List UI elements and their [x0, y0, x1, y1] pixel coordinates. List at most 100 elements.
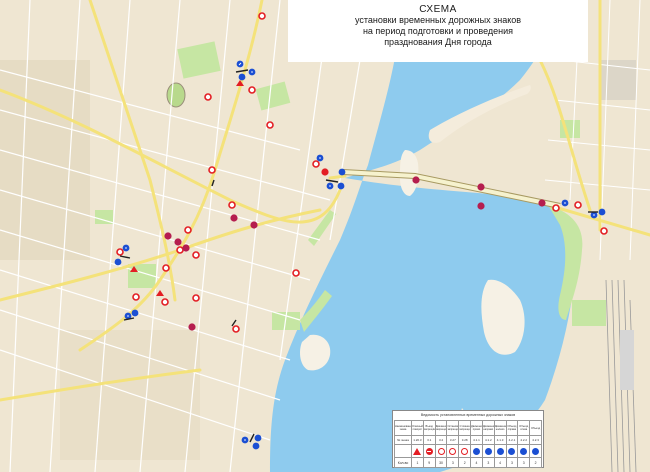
legend-header-row: Наименование знака Опасный поворот Въезд…: [394, 420, 542, 436]
prohibition-sign-icon: [184, 226, 192, 234]
city-map[interactable]: [0, 0, 650, 472]
no-entry-sign-icon: [321, 168, 329, 176]
map-subtitle-line-3: празднования Дня города: [384, 37, 492, 47]
direction-arrow-icon: [337, 182, 345, 190]
direction-arrow-icon: [254, 434, 262, 442]
prohibition-sign-icon: [228, 201, 236, 209]
direction-arrow-icon: [338, 168, 346, 176]
rail-station: [620, 330, 634, 390]
legend-code-cell: 4.1.3: [493, 435, 507, 445]
direction-arrow-icon: [238, 73, 246, 81]
legend-code-cell: 3.2: [434, 435, 448, 445]
prohibition-sign-icon: [161, 298, 169, 306]
detour-icon: [532, 447, 540, 455]
legend-header-cell: Стоянка запрещена: [458, 420, 472, 436]
legend-sign-cell: [458, 444, 472, 458]
legend-sign-cell: [517, 444, 531, 458]
no-entry-sign-icon: [477, 183, 485, 191]
left-arrow-icon: [496, 447, 504, 455]
no-entry-sign-icon: [538, 199, 546, 207]
legend-header-cell: Объезд: [529, 420, 542, 436]
legend-code-cell: 3.27: [446, 435, 460, 445]
legend-code-cell: 4.1.1: [470, 435, 483, 445]
prohibition-sign-icon: [312, 160, 320, 168]
legend-qty-cell: 9: [422, 457, 436, 468]
legend-header-cell: Объезд справа: [505, 420, 519, 436]
map-subtitle-line-2: на период подготовки и проведения: [362, 26, 514, 36]
legend-qty-cell: 3: [505, 457, 519, 468]
legend-sign-cell: [505, 444, 519, 458]
map-title-box: СХЕМА установки временных дорожных знако…: [288, 0, 588, 62]
legend-qty-cell: 2: [458, 457, 472, 468]
legend-code-cell: 4.2.2: [517, 435, 531, 445]
prohibition-sign-icon: [258, 12, 266, 20]
legend-qty-cell: 4: [493, 457, 507, 468]
legend-qty-cell: 4: [470, 457, 483, 468]
map-subtitle-line-1: установки временных дорожных знаков: [354, 15, 522, 25]
direction-arrow-icon: [252, 442, 260, 450]
legend-code-cell: 3.1: [422, 435, 436, 445]
legend-header-cell: Наименование знака: [394, 420, 412, 436]
legend-sign-cell: [434, 444, 448, 458]
legend-code-cell: 1.20.3: [411, 435, 424, 445]
no-entry-sign-icon: [250, 221, 258, 229]
legend-header-cell: Объезд слева: [517, 420, 531, 436]
legend-qty-cell: 3: [446, 457, 460, 468]
legend-sign-cell: [470, 444, 483, 458]
prohibition-sign-icon: [248, 86, 256, 94]
legend-qty-cell: 2: [529, 457, 542, 468]
legend-code-cell: 3.28: [458, 435, 472, 445]
legend-title: Ведомость установленных временных дорожн…: [420, 413, 516, 417]
legend-header-cell: Движение прямо: [470, 420, 483, 436]
legend-qty-cell: 30: [434, 457, 448, 468]
legend-header-cell: Движение запрещено: [434, 420, 448, 436]
prohibition-sign-icon: [192, 294, 200, 302]
no-parking-sign-icon: [461, 447, 469, 455]
prohibition-sign-icon: [132, 293, 140, 301]
legend-code-row: № знака 1.20.3 3.1 3.2 3.27 3.28 4.1.1 4…: [394, 435, 542, 445]
legend-qty-cell: 1: [411, 457, 424, 468]
legend-code-cell: № знака: [394, 435, 412, 445]
legend-sign-cell: [411, 444, 424, 458]
legend-sign-cell: [493, 444, 507, 458]
no-entry-sign-icon: [425, 447, 433, 455]
right-arrow-icon: [484, 447, 492, 455]
legend-sign-cell: [422, 444, 436, 458]
keep-left-icon: [520, 447, 528, 455]
no-entry-sign-icon: [188, 323, 196, 331]
legend-sign-cell: [446, 444, 460, 458]
legend-code-cell: 4.1.2: [481, 435, 495, 445]
legend-header-cell: Въезд запрещён: [422, 420, 436, 436]
legend-header-cell: Остановка запрещена: [446, 420, 460, 436]
sign-inventory-legend: Ведомость установленных временных дорожн…: [392, 410, 544, 468]
prohibition-sign-icon: [552, 204, 560, 212]
legend-qty-label: Кол-во: [394, 457, 412, 468]
map-title: СХЕМА: [419, 4, 457, 15]
no-entry-sign-icon: [230, 214, 238, 222]
legend-sign-row: [394, 444, 542, 458]
legend-sign-cell: [481, 444, 495, 458]
legend-table: Наименование знака Опасный поворот Въезд…: [394, 420, 542, 468]
legend-header-cell: Движение направо: [481, 420, 495, 436]
no-entry-sign-icon: [412, 176, 420, 184]
prohibition-sign-icon: [266, 121, 274, 129]
prohibition-sign-icon: [208, 166, 216, 174]
legend-sign-cell: [394, 444, 412, 458]
direction-arrow-icon: [131, 309, 139, 317]
prohibition-sign-icon: [116, 248, 124, 256]
no-entry-sign-icon: [164, 232, 172, 240]
keep-right-icon: [508, 447, 516, 455]
prohibition-sign-icon: [232, 325, 240, 333]
prohibition-sign-icon: [292, 269, 300, 277]
legend-code-cell: 4.2.3: [529, 435, 542, 445]
prohibition-sign-icon: [437, 447, 445, 455]
no-stopping-sign-icon: [449, 447, 457, 455]
direction-arrow-icon: [114, 258, 122, 266]
no-entry-sign-icon: [477, 202, 485, 210]
prohibition-sign-icon: [176, 246, 184, 254]
park: [572, 300, 606, 326]
legend-qty-cell: 3: [481, 457, 495, 468]
legend-qty-cell: 3: [517, 457, 531, 468]
legend-header-cell: Движение налево: [493, 420, 507, 436]
prohibition-sign-icon: [574, 201, 582, 209]
